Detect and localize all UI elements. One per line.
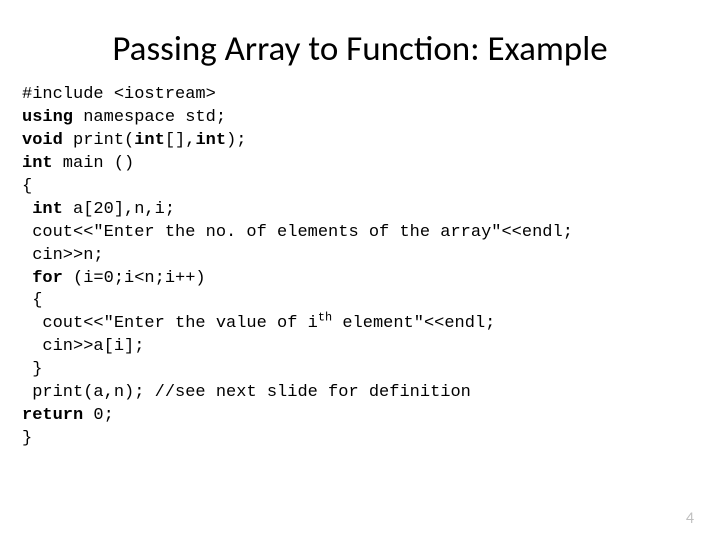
keyword-for: for — [22, 269, 63, 288]
slide-title: Passing Array to Function: Example — [20, 28, 700, 70]
code-line-15b: 0; — [83, 406, 114, 425]
code-line-14a: print(a,n); — [22, 383, 155, 402]
keyword-return: return — [22, 406, 83, 425]
code-line-13: } — [22, 360, 42, 379]
code-line-7: cout<<"Enter the no. of elements of the … — [22, 223, 573, 242]
code-line-4b: main () — [53, 154, 135, 173]
code-line-10: { — [22, 291, 42, 310]
code-line-2b: namespace std; — [73, 108, 226, 127]
keyword-int-2: int — [195, 131, 226, 150]
code-comment: //see next slide for definition — [155, 383, 471, 402]
superscript-th: th — [318, 311, 332, 325]
code-line-3b: print( — [63, 131, 134, 150]
keyword-int-3: int — [22, 154, 53, 173]
code-line-11c: element"<<endl; — [332, 314, 495, 333]
code-block: #include <iostream> using namespace std;… — [20, 84, 700, 451]
code-line-9b: (i=0;i<n;i++) — [63, 269, 206, 288]
code-line-6b: a[20],n,i; — [63, 200, 175, 219]
code-line-3d: [], — [165, 131, 196, 150]
code-line-5: { — [22, 177, 32, 196]
code-line-3f: ); — [226, 131, 246, 150]
code-line-16: } — [22, 429, 32, 448]
code-line-11a: cout<<"Enter the value of i — [22, 314, 318, 333]
code-line-12: cin>>a[i]; — [22, 337, 144, 356]
code-line-8: cin>>n; — [22, 246, 104, 265]
keyword-int-4: int — [22, 200, 63, 219]
code-line-1: #include <iostream> — [22, 85, 216, 104]
keyword-using: using — [22, 108, 73, 127]
keyword-int-1: int — [134, 131, 165, 150]
keyword-void: void — [22, 131, 63, 150]
page-number: 4 — [686, 509, 694, 528]
slide: Passing Array to Function: Example #incl… — [0, 0, 720, 540]
